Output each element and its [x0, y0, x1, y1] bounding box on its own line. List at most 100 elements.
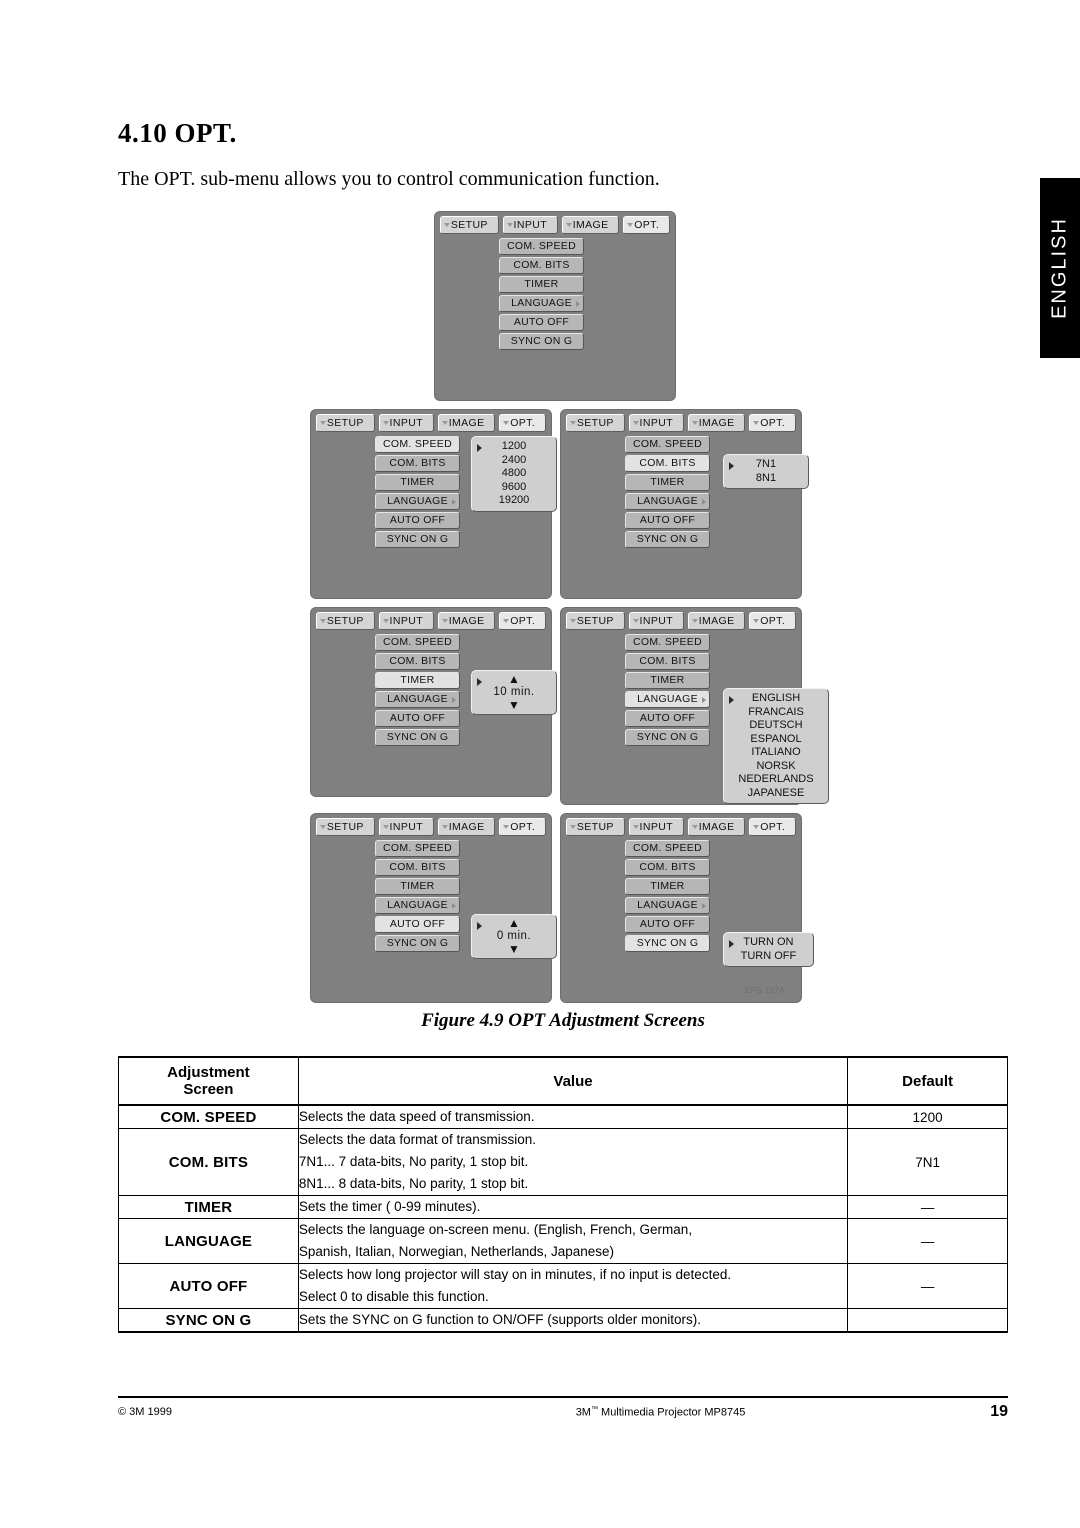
osd-menu-item-label: COM. SPEED [383, 842, 452, 854]
osd-tab-setup[interactable]: SETUP [316, 414, 375, 432]
osd-menu-item-com-speed[interactable]: COM. SPEED [499, 238, 584, 255]
osd-menu-item-language[interactable]: LANGUAGE [375, 493, 460, 510]
osd-popup-option[interactable]: ESPANOL [730, 733, 822, 747]
osd-popup-option[interactable]: 9600 [478, 481, 550, 495]
section-intro-text: The OPT. sub-menu allows you to control … [118, 168, 660, 190]
osd-menu-item-language[interactable]: LANGUAGE [375, 691, 460, 708]
osd-popup-option[interactable]: ITALIANO [730, 746, 822, 760]
osd-menu-item-sync-on-g[interactable]: SYNC ON G [625, 729, 710, 746]
osd-tab-setup[interactable]: SETUP [566, 612, 625, 630]
osd-menu-item-com-bits[interactable]: COM. BITS [375, 455, 460, 472]
osd-menu-item-sync-on-g[interactable]: SYNC ON G [375, 531, 460, 548]
osd-tab-setup[interactable]: SETUP [566, 414, 625, 432]
osd-tab-setup[interactable]: SETUP [316, 612, 375, 630]
osd-menu-item-timer[interactable]: TIMER [375, 474, 460, 491]
osd-popup-option[interactable]: TURN ON [730, 936, 807, 950]
osd-tab-input[interactable]: INPUT [378, 818, 434, 836]
osd-menu-item-auto-off[interactable]: AUTO OFF [625, 512, 710, 529]
submenu-arrow-icon [576, 301, 580, 307]
osd-menu-item-sync-on-g[interactable]: SYNC ON G [375, 935, 460, 952]
osd-tab-image[interactable]: IMAGE [561, 216, 620, 234]
osd-menu-item-auto-off[interactable]: AUTO OFF [375, 512, 460, 529]
osd-popup-option[interactable]: ENGLISH [730, 692, 822, 706]
osd-tab-input[interactable]: INPUT [502, 216, 558, 234]
osd-tab-input[interactable]: INPUT [628, 818, 684, 836]
osd-menu-item-language[interactable]: LANGUAGE [625, 897, 710, 914]
osd-menu-item-com-bits[interactable]: COM. BITS [625, 455, 710, 472]
osd-menu-item-sync-on-g[interactable]: SYNC ON G [499, 333, 584, 350]
osd-popup-option[interactable]: TURN OFF [730, 950, 807, 964]
osd-popup-option[interactable]: 4800 [478, 467, 550, 481]
footer-brand: 3M [575, 1406, 591, 1419]
osd-tab-opt[interactable]: OPT. [499, 414, 546, 432]
osd-menu-item-language[interactable]: LANGUAGE [625, 493, 710, 510]
osd-menu-item-timer[interactable]: TIMER [625, 672, 710, 689]
osd-popup-option[interactable]: NEDERLANDS [730, 773, 822, 787]
osd-menu-item-com-bits[interactable]: COM. BITS [625, 653, 710, 670]
osd-menu-item-auto-off[interactable]: AUTO OFF [375, 916, 460, 933]
osd-tab-image[interactable]: IMAGE [687, 612, 746, 630]
osd-tab-opt[interactable]: OPT. [749, 414, 796, 432]
osd-tab-opt[interactable]: OPT. [499, 612, 546, 630]
osd-menu-item-auto-off[interactable]: AUTO OFF [625, 916, 710, 933]
osd-menu-item-auto-off[interactable]: AUTO OFF [625, 710, 710, 727]
osd-tab-opt[interactable]: OPT. [623, 216, 670, 234]
osd-popup-option[interactable]: 1200 [478, 440, 550, 454]
osd-tab-label: SETUP [576, 417, 614, 429]
osd-menu-item-timer[interactable]: TIMER [625, 878, 710, 895]
osd-menu-item-com-speed[interactable]: COM. SPEED [625, 634, 710, 651]
osd-menu-item-com-speed[interactable]: COM. SPEED [375, 634, 460, 651]
tab-marker-icon [570, 619, 576, 623]
osd-tab-input[interactable]: INPUT [628, 612, 684, 630]
osd-popup-option[interactable]: FRANCAIS [730, 706, 822, 720]
osd-tab-input[interactable]: INPUT [378, 414, 434, 432]
osd-menu-item-com-bits[interactable]: COM. BITS [499, 257, 584, 274]
osd-tab-setup[interactable]: SETUP [316, 818, 375, 836]
osd-menu-item-com-bits[interactable]: COM. BITS [625, 859, 710, 876]
osd-menu-item-com-bits[interactable]: COM. BITS [375, 859, 460, 876]
osd-tab-image[interactable]: IMAGE [437, 818, 496, 836]
osd-tab-input[interactable]: INPUT [628, 414, 684, 432]
osd-menu-item-com-speed[interactable]: COM. SPEED [375, 436, 460, 453]
osd-popup-option[interactable]: NORSK [730, 760, 822, 774]
osd-menu-item-auto-off[interactable]: AUTO OFF [375, 710, 460, 727]
osd-menu-item-language[interactable]: LANGUAGE [375, 897, 460, 914]
osd-tab-opt[interactable]: OPT. [499, 818, 546, 836]
osd-menu-item-sync-on-g[interactable]: SYNC ON G [375, 729, 460, 746]
osd-menu-item-auto-off[interactable]: AUTO OFF [499, 314, 584, 331]
osd-menu-item-timer[interactable]: TIMER [375, 672, 460, 689]
osd-menu-item-com-bits[interactable]: COM. BITS [375, 653, 460, 670]
osd-menu-item-timer[interactable]: TIMER [375, 878, 460, 895]
spinner-down-arrow-icon[interactable]: ▼ [478, 699, 550, 711]
osd-popup-option[interactable]: DEUTSCH [730, 719, 822, 733]
osd-popup-option[interactable]: 2400 [478, 454, 550, 468]
osd-menu-item-timer[interactable]: TIMER [499, 276, 584, 293]
osd-tab-input[interactable]: INPUT [378, 612, 434, 630]
osd-menu-item-language[interactable]: LANGUAGE [625, 691, 710, 708]
spinner-down-arrow-icon[interactable]: ▼ [478, 943, 550, 955]
osd-tab-opt[interactable]: OPT. [749, 612, 796, 630]
cell-value-line: Sets the timer ( 0-99 minutes). [298, 1199, 481, 1214]
osd-popup-option[interactable]: 8N1 [730, 472, 802, 486]
osd-tab-image[interactable]: IMAGE [687, 818, 746, 836]
osd-menu-item-sync-on-g[interactable]: SYNC ON G [625, 935, 710, 952]
spinner-up-arrow-icon[interactable]: ▲ [478, 673, 550, 685]
spinner-up-arrow-icon[interactable]: ▲ [478, 917, 550, 929]
osd-menu-item-timer[interactable]: TIMER [625, 474, 710, 491]
osd-tab-setup[interactable]: SETUP [440, 216, 499, 234]
osd-tab-image[interactable]: IMAGE [437, 612, 496, 630]
osd-menu-item-language[interactable]: LANGUAGE [499, 295, 584, 312]
osd-menu-item-com-speed[interactable]: COM. SPEED [625, 436, 710, 453]
osd-menu-item-sync-on-g[interactable]: SYNC ON G [625, 531, 710, 548]
osd-popup-option[interactable]: JAPANESE [730, 787, 822, 801]
osd-tab-image[interactable]: IMAGE [437, 414, 496, 432]
tab-marker-icon [444, 223, 450, 227]
osd-tab-opt[interactable]: OPT. [749, 818, 796, 836]
osd-tab-setup[interactable]: SETUP [566, 818, 625, 836]
osd-menu-item-com-speed[interactable]: COM. SPEED [625, 840, 710, 857]
tab-marker-icon [320, 421, 326, 425]
osd-popup-option[interactable]: 7N1 [730, 458, 802, 472]
osd-tab-image[interactable]: IMAGE [687, 414, 746, 432]
osd-menu-item-com-speed[interactable]: COM. SPEED [375, 840, 460, 857]
osd-popup-option[interactable]: 19200 [478, 494, 550, 508]
